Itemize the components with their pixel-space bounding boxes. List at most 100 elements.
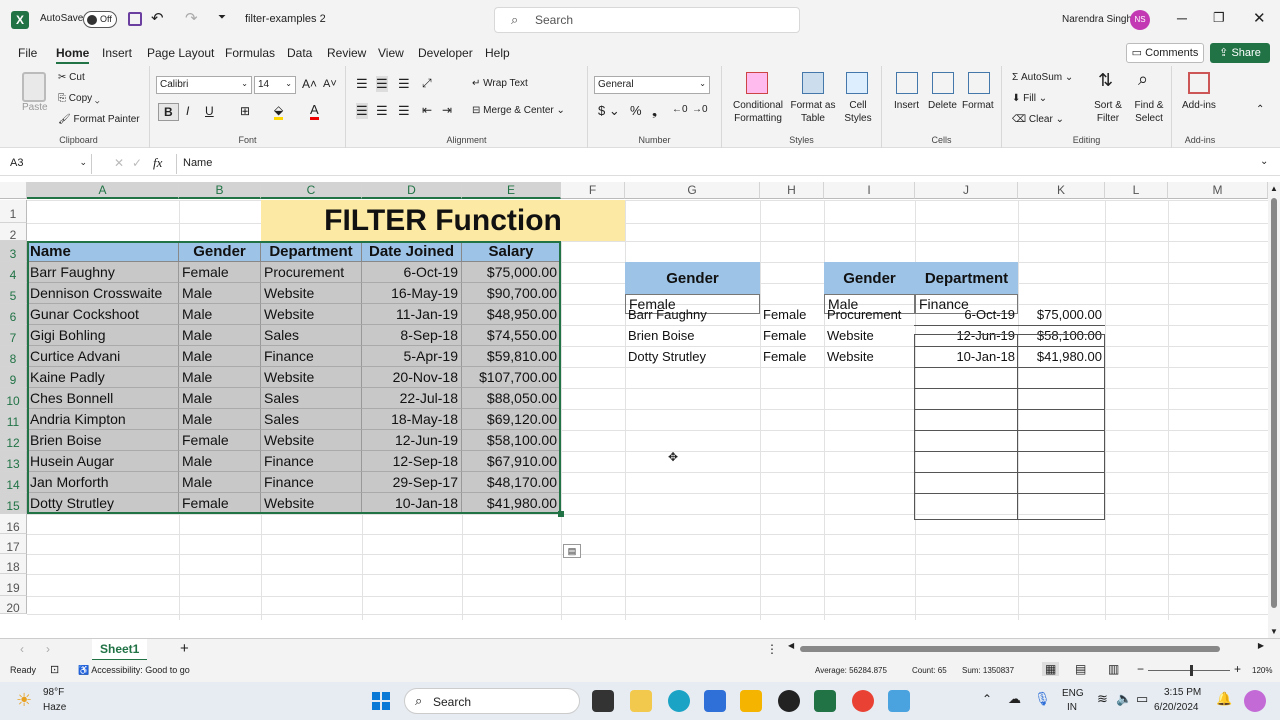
weather-temp[interactable]: 98°F xyxy=(43,687,64,698)
column-header-m[interactable]: M xyxy=(1168,182,1268,199)
language-line1[interactable]: ENG xyxy=(1062,688,1084,699)
align-bottom-icon[interactable]: ☰ xyxy=(398,76,410,92)
prev-sheet-icon[interactable]: ‹ xyxy=(20,642,24,656)
column-header-k[interactable]: K xyxy=(1018,182,1105,199)
decrease-indent-icon[interactable]: ⇤ xyxy=(422,103,432,117)
format-as-table-button[interactable]: Format as Table xyxy=(788,99,838,125)
addins-button[interactable]: Add-ins xyxy=(1182,100,1216,111)
zoom-level[interactable]: 120% xyxy=(1252,666,1272,675)
formula-input[interactable]: Name xyxy=(176,154,1256,174)
shrink-font-icon[interactable]: A˅ xyxy=(323,78,337,90)
mic-icon[interactable]: 🎙 xyxy=(1034,691,1051,707)
notification-icon[interactable]: 🔔 xyxy=(1216,691,1232,707)
increase-indent-icon[interactable]: ⇥ xyxy=(442,103,452,117)
fill-button[interactable]: ⬇ Fill ⌄ xyxy=(1012,93,1047,104)
fill-handle[interactable] xyxy=(558,511,564,517)
column-header-e[interactable]: E xyxy=(462,182,561,199)
status-average[interactable]: Average: 56284.875 xyxy=(815,666,887,675)
criteria1-header[interactable]: Gender xyxy=(625,262,760,294)
sort-filter-button[interactable]: Sort & Filter xyxy=(1090,99,1126,125)
edge-icon[interactable] xyxy=(668,690,690,712)
macro-record-icon[interactable]: ⊡ xyxy=(50,663,59,676)
conditional-formatting-button[interactable]: Conditional Formatting xyxy=(726,99,790,125)
format-painter-button[interactable]: 🖌 Format Painter xyxy=(58,114,140,125)
cell-styles-button[interactable]: Cell Styles xyxy=(838,99,878,125)
share-button[interactable]: ⇪ Share xyxy=(1210,43,1270,63)
zoom-slider[interactable] xyxy=(1148,665,1230,676)
expand-formula-icon[interactable]: ⌄ xyxy=(1260,156,1268,167)
horizontal-scrollbar[interactable]: ◀ ▶ xyxy=(788,641,1264,654)
scroll-up-icon[interactable]: ▲ xyxy=(1270,184,1278,193)
fill-color-icon[interactable]: ⬙ xyxy=(274,103,284,120)
align-top-icon[interactable]: ☰ xyxy=(356,76,368,92)
worksheet-grid[interactable]: ABCDEFGHIJKLM 1 2 3 4 5 6 7 8 9 10 11 12 13 14 15 16 17 1… xyxy=(0,182,1269,638)
scroll-right-icon[interactable]: ▶ xyxy=(1258,641,1264,650)
sort-filter-icon[interactable]: ⇅ xyxy=(1098,70,1113,91)
app-icon[interactable] xyxy=(740,690,762,712)
page-layout-view-icon[interactable]: ▤ xyxy=(1075,662,1086,676)
row-header-18[interactable]: 18 xyxy=(0,554,27,574)
delete-cells-button[interactable]: Delete xyxy=(928,100,957,111)
result-cell-gender[interactable]: Female xyxy=(760,346,824,367)
battery-icon[interactable]: ▭ xyxy=(1136,691,1148,707)
menu-view[interactable]: View xyxy=(378,46,404,60)
addins-icon[interactable] xyxy=(1188,72,1210,94)
store-icon[interactable] xyxy=(704,690,726,712)
insert-cells-icon[interactable] xyxy=(896,72,918,94)
qat-dropdown-icon[interactable]: ⏷ xyxy=(218,12,226,23)
row-header-16[interactable]: 16 xyxy=(0,514,27,534)
result-cell-date-joined[interactable]: 6-Oct-19 xyxy=(915,304,1018,325)
column-header-g[interactable]: G xyxy=(625,182,760,199)
sheet-tab-sheet1[interactable]: Sheet1 xyxy=(92,639,148,661)
user-name[interactable]: Narendra Singh xyxy=(1062,14,1132,25)
delete-cells-icon[interactable] xyxy=(932,72,954,94)
row-header-5[interactable]: 5 xyxy=(0,283,27,304)
percent-icon[interactable]: % xyxy=(630,103,642,118)
font-color-icon[interactable]: A xyxy=(310,102,319,120)
currency-icon[interactable]: $ ⌄ xyxy=(598,103,620,119)
row-header-9[interactable]: 9 xyxy=(0,367,27,388)
zoom-out-icon[interactable]: − xyxy=(1137,662,1144,676)
row-header-3[interactable]: 3 xyxy=(0,241,27,262)
windows-start-icon[interactable] xyxy=(372,692,390,710)
menu-review[interactable]: Review xyxy=(327,46,366,60)
align-middle-icon[interactable]: ☰ xyxy=(376,76,388,92)
paste-button[interactable]: Paste xyxy=(22,102,48,113)
menu-file[interactable]: File xyxy=(18,46,37,60)
status-sum[interactable]: Sum: 1350837 xyxy=(962,666,1014,675)
onedrive-icon[interactable]: ☁ xyxy=(1008,691,1021,707)
accessibility-status[interactable]: ♿ Accessibility: Good to go xyxy=(78,665,190,676)
merge-center-button[interactable]: ⊟ Merge & Center ⌄ xyxy=(472,105,565,116)
row-header-17[interactable]: 17 xyxy=(0,534,27,554)
bold-icon[interactable]: B xyxy=(158,103,179,121)
comma-icon[interactable]: ❟ xyxy=(652,103,657,119)
menu-data[interactable]: Data xyxy=(287,46,312,60)
insert-function-icon[interactable]: fx xyxy=(153,155,162,171)
paste-icon[interactable] xyxy=(22,72,46,102)
result-cell-gender[interactable]: Female xyxy=(760,304,824,325)
enter-icon[interactable]: ✓ xyxy=(132,156,142,170)
row-header-12[interactable]: 12 xyxy=(0,430,27,451)
autosum-button[interactable]: Σ AutoSum ⌄ xyxy=(1012,72,1073,83)
menu-page-layout[interactable]: Page Layout xyxy=(147,46,214,60)
menu-formulas[interactable]: Formulas xyxy=(225,46,275,60)
conditional-formatting-icon[interactable] xyxy=(746,72,768,94)
wrap-text-button[interactable]: ↵ Wrap Text xyxy=(472,78,528,89)
page-break-view-icon[interactable]: ▥ xyxy=(1108,662,1119,676)
notepad-icon[interactable] xyxy=(888,690,910,712)
find-select-button[interactable]: Find & Select xyxy=(1128,99,1170,125)
row-header-10[interactable]: 10 xyxy=(0,388,27,409)
weather-desc[interactable]: Haze xyxy=(43,702,66,713)
comments-button[interactable]: ▭ Comments xyxy=(1126,43,1204,63)
redo-icon[interactable]: ↷ xyxy=(185,9,198,27)
undo-icon[interactable]: ↶ xyxy=(151,9,164,27)
result-cell-salary[interactable]: $75,000.00 xyxy=(1018,304,1105,325)
clock-time[interactable]: 3:15 PM xyxy=(1164,687,1201,698)
excel-taskbar-icon[interactable] xyxy=(814,690,836,712)
cancel-icon[interactable]: ✕ xyxy=(114,156,124,170)
find-select-icon[interactable]: ⌕ xyxy=(1138,69,1148,90)
cell-styles-icon[interactable] xyxy=(846,72,868,94)
close-icon[interactable]: ✕ xyxy=(1253,9,1266,27)
row-header-13[interactable]: 13 xyxy=(0,451,27,472)
column-header-d[interactable]: D xyxy=(362,182,462,199)
